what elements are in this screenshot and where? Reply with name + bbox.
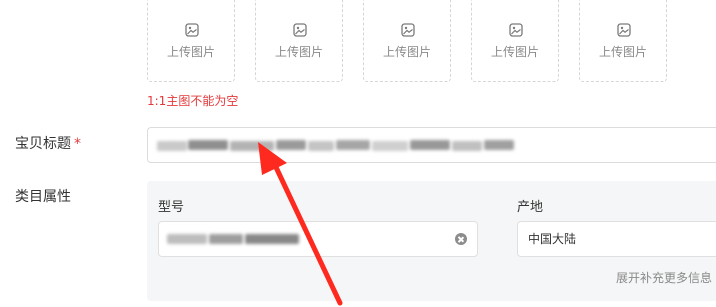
upload-slot-2[interactable]: 上传图片: [255, 0, 343, 82]
title-row-label: 宝贝标题 *: [15, 135, 81, 153]
upload-slot-5[interactable]: 上传图片: [579, 0, 667, 82]
upload-slot-label: 上传图片: [274, 45, 323, 59]
expand-more-info-link[interactable]: 展开补充更多信息: [616, 270, 712, 286]
model-input[interactable]: [158, 221, 478, 257]
product-title-input[interactable]: [147, 127, 716, 163]
upload-slot-3[interactable]: 上传图片: [363, 0, 451, 82]
main-image-error-message: 1:1主图不能为空: [147, 94, 239, 108]
image-icon: [293, 23, 307, 37]
origin-value: 中国大陆: [528, 232, 577, 246]
upload-slot-label: 上传图片: [166, 45, 215, 59]
image-icon: [401, 23, 415, 37]
upload-slot-label: 上传图片: [598, 45, 647, 59]
image-icon: [617, 23, 631, 37]
main-image-upload-row: 上传图片 上传图片 上传图片 上传图片 上传图片: [147, 0, 716, 84]
required-asterisk: *: [74, 136, 81, 152]
product-edit-form: 上传图片 上传图片 上传图片 上传图片 上传图片 1:1主图不能为空 宝贝标题 …: [0, 0, 716, 307]
image-icon: [509, 23, 523, 37]
upload-slot-label: 上传图片: [490, 45, 539, 59]
title-label-text: 宝贝标题: [15, 136, 71, 152]
upload-slot-1[interactable]: 上传图片: [147, 0, 235, 82]
origin-select[interactable]: 中国大陆: [517, 221, 716, 257]
model-field-label: 型号: [158, 200, 185, 215]
origin-field-label: 产地: [517, 200, 544, 215]
attributes-panel: 型号 产地 中国大陆 展开补充更多信息: [147, 181, 716, 301]
clear-icon[interactable]: [455, 233, 467, 245]
upload-slot-label: 上传图片: [382, 45, 431, 59]
upload-slot-4[interactable]: 上传图片: [471, 0, 559, 82]
attributes-row-label: 类目属性: [15, 189, 71, 205]
image-icon: [185, 23, 199, 37]
